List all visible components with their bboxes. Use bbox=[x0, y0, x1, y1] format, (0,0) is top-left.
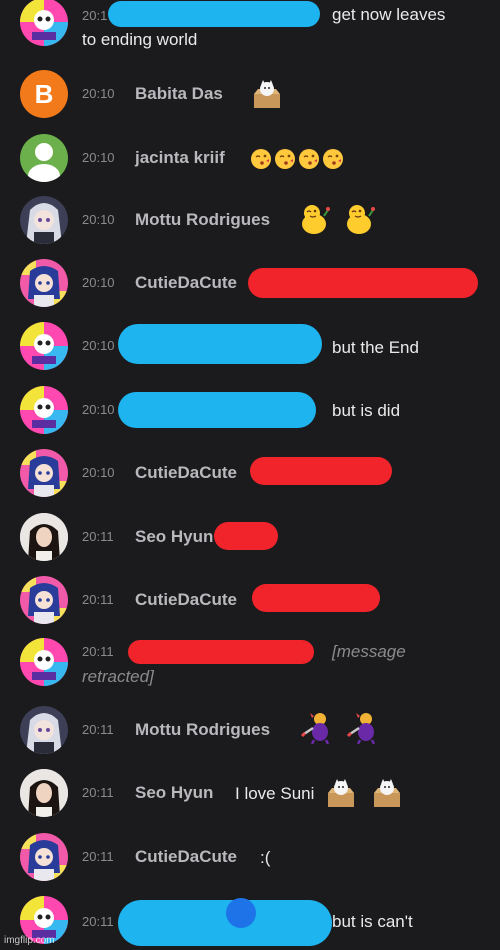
photo-avatar-icon bbox=[20, 513, 68, 561]
box-cat-sticker-icon bbox=[328, 779, 354, 807]
message-time: 20:10 bbox=[82, 275, 115, 290]
purple-creature-sticker-icon bbox=[300, 713, 330, 744]
message-time: 20:11 bbox=[82, 722, 114, 737]
message-time: 20:10 bbox=[82, 150, 115, 165]
redaction-scribble bbox=[248, 268, 478, 298]
user-avatar[interactable] bbox=[20, 769, 68, 817]
message-text: I love Suni bbox=[235, 784, 315, 803]
sender-name[interactable]: CutieDaCute bbox=[135, 590, 237, 610]
chat-log: 20:1 get now leaves to ending world B 20… bbox=[0, 0, 500, 950]
scroll-to-bottom-button[interactable] bbox=[226, 898, 256, 928]
photo-avatar-icon bbox=[20, 769, 68, 817]
sender-name[interactable]: Mottu Rodrigues bbox=[135, 720, 270, 740]
user-avatar[interactable] bbox=[20, 322, 68, 370]
user-avatar[interactable] bbox=[20, 576, 68, 624]
anime-avatar-icon bbox=[20, 706, 68, 754]
pink-yellow-checkered-avatar-icon bbox=[20, 322, 68, 370]
user-avatar[interactable] bbox=[20, 259, 68, 307]
redaction-scribble bbox=[108, 1, 320, 27]
kiss-face-emoji-icon bbox=[275, 149, 295, 169]
redaction-scribble bbox=[128, 640, 314, 664]
message-text: but the End bbox=[332, 338, 419, 357]
user-avatar[interactable] bbox=[20, 638, 68, 686]
redaction-scribble bbox=[250, 457, 392, 485]
user-avatar[interactable] bbox=[20, 386, 68, 434]
message-time: 20:10 bbox=[82, 402, 115, 417]
box-cat-sticker-icon bbox=[374, 779, 400, 807]
redaction-scribble bbox=[118, 324, 322, 364]
message-text: :( bbox=[260, 848, 271, 867]
message-text: get now leaves bbox=[332, 5, 446, 24]
sender-name[interactable]: Seo Hyun bbox=[135, 783, 213, 803]
chat-message: 20:10 but the End bbox=[0, 322, 500, 374]
chat-message: 20:10 CutieDaCute bbox=[0, 449, 500, 501]
message-time: 20:11 bbox=[82, 529, 114, 544]
chat-message: 20:11 CutieDaCute :( bbox=[0, 833, 500, 885]
pink-yellow-checkered-avatar-icon bbox=[20, 386, 68, 434]
chat-message: 20:10 but is did bbox=[0, 386, 500, 438]
chat-message: 20:11 Seo Hyun I love Suni bbox=[0, 769, 500, 821]
user-avatar[interactable] bbox=[20, 706, 68, 754]
user-avatar[interactable] bbox=[20, 513, 68, 561]
box-cat-sticker-icon bbox=[254, 80, 280, 108]
message-time: 20:1 bbox=[82, 8, 108, 23]
avatar-letter: B bbox=[34, 78, 54, 109]
message-time: 20:10 bbox=[82, 465, 115, 480]
kiss-face-emoji-icon bbox=[251, 149, 271, 169]
purple-creature-sticker-icon bbox=[346, 713, 376, 744]
anime-girl-avatar-icon bbox=[20, 833, 68, 881]
chat-message: 20:10 jacinta kriif bbox=[0, 134, 500, 186]
default-person-avatar-icon bbox=[28, 143, 60, 182]
message-time: 20:10 bbox=[82, 86, 115, 101]
anime-girl-avatar-icon bbox=[20, 576, 68, 624]
sender-name[interactable]: jacinta kriif bbox=[135, 148, 225, 168]
message-time: 20:10 bbox=[82, 338, 115, 353]
waving-duck-sticker-icon bbox=[347, 205, 375, 234]
sender-name[interactable]: CutieDaCute bbox=[135, 273, 237, 293]
user-avatar[interactable] bbox=[20, 134, 68, 182]
chat-message: 20:11 Seo Hyun bbox=[0, 513, 500, 565]
user-avatar[interactable] bbox=[20, 196, 68, 244]
user-avatar[interactable] bbox=[20, 833, 68, 881]
message-text: but is did bbox=[332, 401, 401, 420]
message-time: 20:11 bbox=[82, 644, 114, 659]
pink-yellow-checkered-avatar-icon bbox=[20, 638, 68, 686]
user-avatar[interactable] bbox=[20, 449, 68, 497]
chat-message: 20:1 get now leaves to ending world bbox=[0, 0, 500, 60]
redaction-scribble bbox=[214, 522, 278, 550]
anime-girl-avatar-icon bbox=[20, 449, 68, 497]
anime-avatar-icon bbox=[20, 196, 68, 244]
watermark: imgflip.com bbox=[4, 935, 55, 946]
sender-name[interactable]: Mottu Rodrigues bbox=[135, 210, 270, 230]
redaction-scribble bbox=[118, 900, 332, 946]
chat-message: B 20:10 Babita Das bbox=[0, 70, 500, 122]
user-avatar[interactable]: B bbox=[20, 70, 68, 118]
chat-message: 20:11 [message retracted] bbox=[0, 638, 500, 698]
sender-name[interactable]: Seo Hyun bbox=[135, 527, 213, 547]
message-time: 20:10 bbox=[82, 212, 115, 227]
user-avatar[interactable] bbox=[20, 0, 68, 46]
waving-duck-sticker-icon bbox=[302, 205, 330, 234]
sender-name[interactable]: CutieDaCute bbox=[135, 847, 237, 867]
message-time: 20:11 bbox=[82, 914, 114, 929]
kiss-face-emoji-icon bbox=[299, 149, 319, 169]
chat-message: 20:11 CutieDaCute bbox=[0, 576, 500, 628]
message-text-continuation: retracted] bbox=[82, 667, 154, 686]
message-time: 20:11 bbox=[82, 849, 114, 864]
message-text-continuation: to ending world bbox=[82, 30, 198, 49]
sender-name[interactable]: CutieDaCute bbox=[135, 463, 237, 483]
redaction-scribble bbox=[118, 392, 316, 428]
pink-yellow-checkered-avatar-icon bbox=[20, 0, 68, 46]
message-time: 20:11 bbox=[82, 785, 114, 800]
redaction-scribble bbox=[252, 584, 380, 612]
message-text: [message bbox=[332, 642, 406, 661]
chat-message: 20:11 Mottu Rodrigues bbox=[0, 706, 500, 758]
kiss-face-emoji-icon bbox=[323, 149, 343, 169]
message-time: 20:11 bbox=[82, 592, 114, 607]
anime-girl-avatar-icon bbox=[20, 259, 68, 307]
chat-message: 20:10 Mottu Rodrigues bbox=[0, 196, 500, 248]
chat-message: 20:10 CutieDaCute bbox=[0, 259, 500, 311]
message-text: but is can't bbox=[332, 912, 413, 931]
sender-name[interactable]: Babita Das bbox=[135, 84, 223, 104]
